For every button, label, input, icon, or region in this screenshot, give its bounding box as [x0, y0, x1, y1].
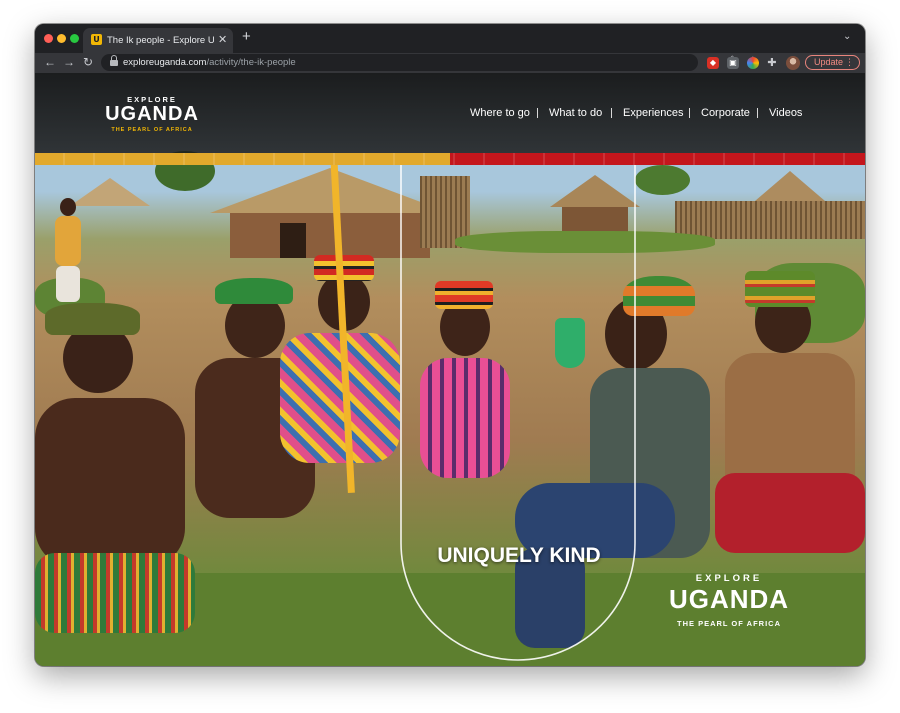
page-viewport: EXPLORE UGANDA THE PEARL OF AFRICA Where… [35, 73, 865, 666]
back-arrow-icon[interactable]: ← [44, 55, 56, 70]
url-path: /activity/the-ik-people [206, 57, 296, 68]
tab-search-chevron-icon[interactable]: ⌄ [843, 31, 851, 42]
browser-toolbar: ← → ↻ exploreuganda.com/activity/the-ik-… [35, 53, 865, 73]
tab-title: The Ik people - Explore Uganda [107, 35, 215, 46]
tab-strip: U The Ik people - Explore Uganda ✕ + ⌄ [35, 24, 865, 53]
corner-explore-text: EXPLORE [695, 573, 763, 584]
new-tab-icon[interactable]: + [242, 29, 251, 45]
hero-tagline: UNIQUELY KIND [437, 544, 601, 567]
browser-window: U The Ik people - Explore Uganda ✕ + ⌄ ←… [35, 24, 865, 666]
reload-icon[interactable]: ↻ [83, 55, 93, 70]
address-bar[interactable]: exploreuganda.com/activity/the-ik-people… [101, 54, 758, 71]
profile-avatar[interactable] [786, 56, 800, 70]
favicon-icon: U [91, 34, 102, 45]
extensions-puzzle-icon[interactable]: ✚ [766, 57, 778, 69]
forward-arrow-icon[interactable]: → [63, 55, 75, 70]
window-close-button[interactable] [44, 34, 53, 43]
extension-cube-icon[interactable]: ▣ [727, 57, 739, 69]
url-host: exploreuganda.com [123, 57, 207, 68]
corner-logo: EXPLORE UGANDA THE PEARL OF AFRICA [661, 573, 797, 637]
browser-tab[interactable]: U The Ik people - Explore Uganda ✕ [83, 28, 233, 53]
lock-icon [110, 55, 118, 66]
window-maximize-button[interactable] [70, 34, 79, 43]
tab-close-icon[interactable]: ✕ [218, 33, 227, 46]
update-label: Update [814, 57, 844, 67]
more-menu-icon[interactable]: ⋮ [845, 56, 854, 69]
url-text[interactable]: exploreuganda.com/activity/the-ik-people [123, 57, 296, 68]
update-button[interactable]: Update ⋮ [805, 55, 860, 70]
extension-shield-icon[interactable]: ◆ [707, 57, 719, 69]
corner-tagline: THE PEARL OF AFRICA [676, 619, 781, 628]
extension-colorwheel-icon[interactable] [747, 57, 759, 69]
corner-uganda-text: UGANDA [668, 584, 790, 614]
window-minimize-button[interactable] [57, 34, 66, 43]
